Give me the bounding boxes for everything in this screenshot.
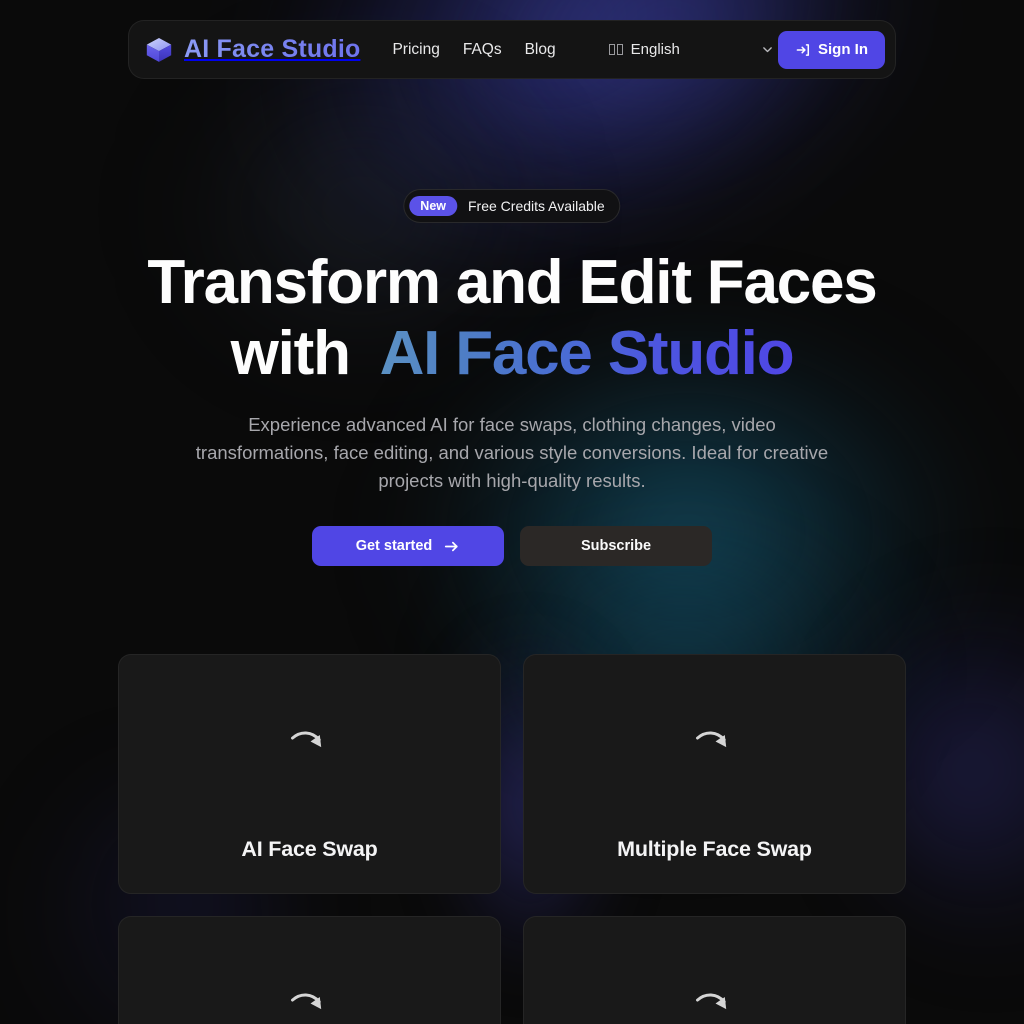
card-title: AI Face Swap	[241, 837, 378, 861]
hero-cta-row: Get started Subscribe	[312, 526, 712, 566]
hero-subtitle: Experience advanced AI for face swaps, c…	[195, 414, 829, 491]
hero-headline: Transform and Edit Faces with AI Face St…	[0, 252, 1024, 385]
card-title: Multiple Face Swap	[617, 837, 812, 861]
chevron-down-icon	[761, 43, 774, 56]
sign-in-label: Sign In	[818, 41, 868, 58]
badge-text: Free Credits Available	[468, 198, 605, 214]
navbar: AI Face Studio Pricing FAQs Blog English	[128, 20, 896, 79]
get-started-label: Get started	[355, 538, 433, 554]
sign-in-button[interactable]: Sign In	[778, 30, 885, 69]
subscribe-button[interactable]: Subscribe	[520, 526, 712, 566]
feature-card-row2-left[interactable]	[118, 916, 501, 1024]
flag-icon	[608, 44, 623, 55]
cube-icon	[144, 35, 174, 65]
card-media	[524, 655, 905, 833]
headline-gradient: AI Face Studio	[379, 319, 795, 388]
card-media	[119, 917, 500, 1024]
language-selector[interactable]: English	[608, 33, 774, 67]
nav-link-blog[interactable]: Blog	[525, 41, 556, 59]
arrow-right-icon	[443, 538, 460, 555]
nav-links: Pricing FAQs Blog	[392, 41, 555, 59]
headline-line-1: Transform and Edit Faces	[147, 248, 877, 317]
feature-card-ai-face-swap[interactable]: AI Face Swap	[118, 654, 501, 894]
card-media	[119, 655, 500, 833]
nav-link-pricing[interactable]: Pricing	[392, 41, 439, 59]
brand-name: AI Face Studio	[184, 35, 361, 63]
promo-badge[interactable]: New Free Credits Available	[403, 189, 621, 223]
card-media	[524, 917, 905, 1024]
nav-link-faqs[interactable]: FAQs	[463, 41, 502, 59]
get-started-button[interactable]: Get started	[312, 526, 504, 566]
headline-plain: with	[230, 319, 351, 388]
broken-image-arrow-icon	[694, 725, 736, 764]
subscribe-label: Subscribe	[580, 538, 652, 554]
badge-new-tag: New	[409, 195, 457, 217]
headline-line-2: with AI Face Studio	[0, 323, 1024, 385]
broken-image-arrow-icon	[694, 987, 736, 1024]
feature-card-row2-right[interactable]	[523, 916, 906, 1024]
page-root: AI Face Studio Pricing FAQs Blog English	[0, 0, 1024, 1024]
login-icon	[795, 42, 811, 58]
brand-logo-link[interactable]: AI Face Studio	[144, 35, 360, 65]
feature-cards-grid: AI Face Swap Multiple Face Swap	[118, 654, 906, 1024]
language-label: English	[630, 41, 680, 58]
broken-image-arrow-icon	[289, 987, 331, 1024]
broken-image-arrow-icon	[289, 725, 331, 764]
feature-card-multiple-face-swap[interactable]: Multiple Face Swap	[523, 654, 906, 894]
